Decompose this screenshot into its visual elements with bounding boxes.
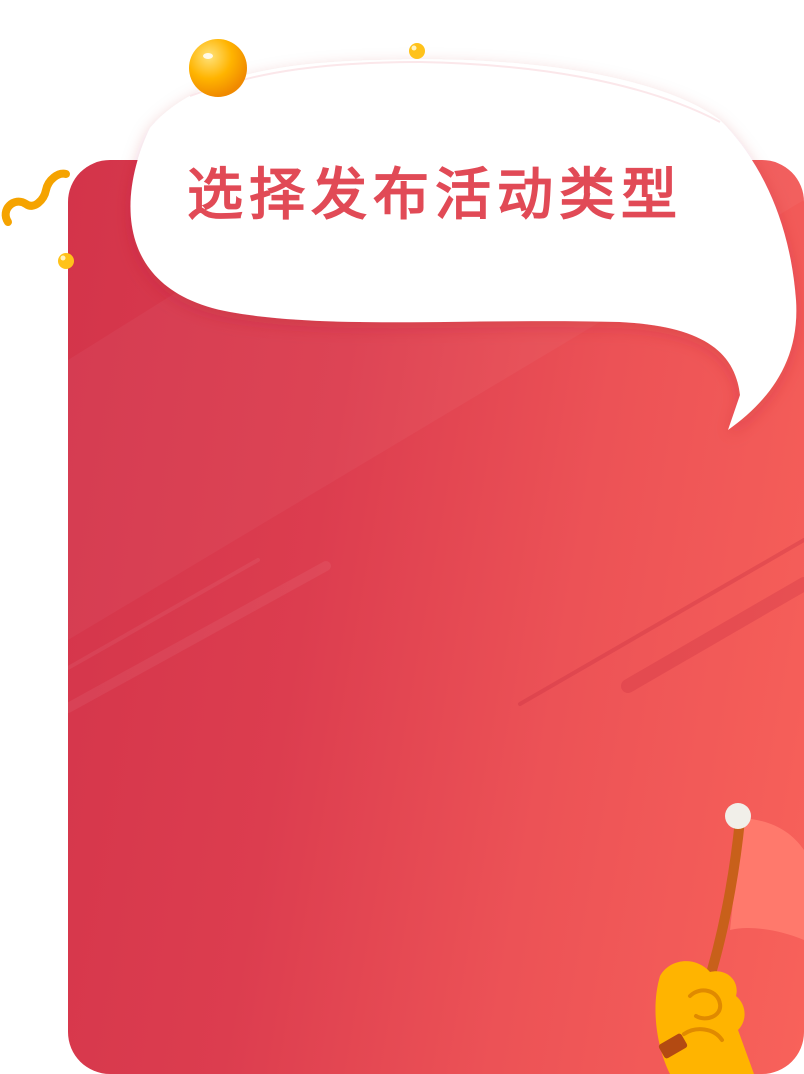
gold-dot-icon [58,253,74,269]
gold-coin-icon [189,39,247,97]
activity-type-panel: 选择发布活动类型 [0,0,804,1074]
page-title: 选择发布活动类型 [187,163,683,228]
hand-holding-flag-icon [655,803,804,1074]
gold-dot-icon [409,43,425,59]
squiggle-icon [1,169,70,226]
